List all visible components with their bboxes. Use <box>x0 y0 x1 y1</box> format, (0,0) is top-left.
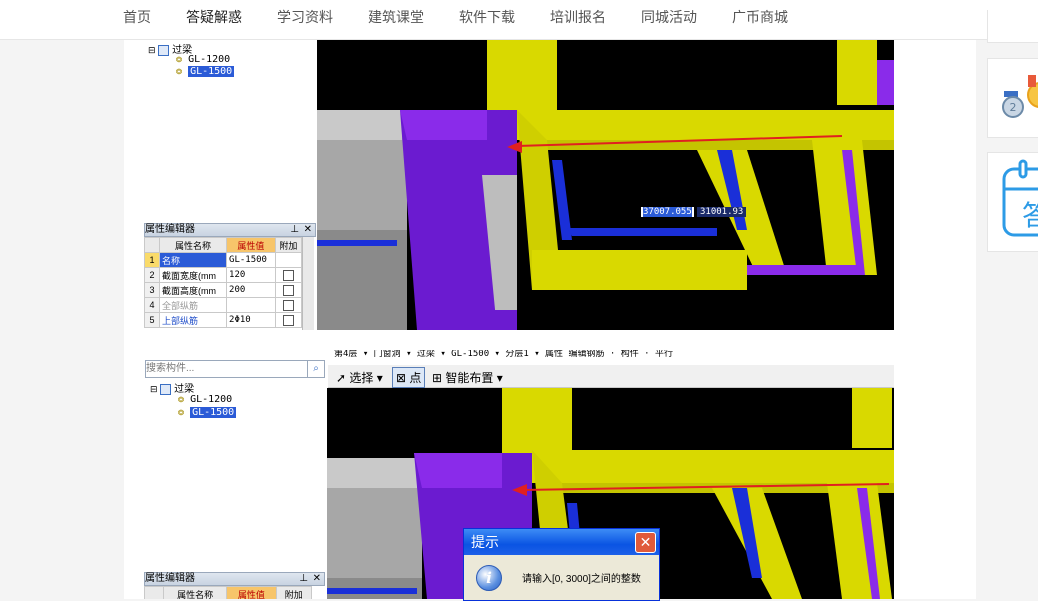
nav-shop[interactable]: 广币商城 <box>732 8 788 26</box>
close-icon[interactable]: ✕ <box>304 224 312 236</box>
medal-icon: 2 <box>1002 75 1038 118</box>
smart-layout-tool[interactable]: ⊞ 智能布置 ▾ <box>432 369 503 386</box>
dialog-title: 提示 <box>471 534 499 550</box>
prompt-dialog: 提示 ✕ i 请输入[0, 3000]之间的整数 <box>463 528 660 601</box>
scrollbar[interactable] <box>302 237 314 330</box>
edit-toolbar: ➚ 选择 ▾ ⊠ 点 ⊞ 智能布置 ▾ <box>328 365 894 388</box>
property-table-2: 属性名称 属性值 附加 <box>144 586 313 599</box>
medal-card[interactable]: 2 <box>987 58 1038 138</box>
nav-events[interactable]: 同城活动 <box>641 8 697 26</box>
table-row[interactable]: 4 全部纵筋 <box>144 297 303 313</box>
grid-icon: ⊞ <box>432 371 443 385</box>
gear-icon: ❂ <box>176 54 183 65</box>
table-row[interactable]: 5 上部纵筋 2Φ10 <box>144 312 303 328</box>
software-screenshot-1: ⊟ 过梁 ❂ GL-1200 ❂ GL-1500 属性编辑器 ⊥ ✕ 属性名称 … <box>144 40 894 330</box>
checkbox[interactable] <box>282 299 294 311</box>
coord-x-input[interactable]: 37007.055 <box>641 207 694 217</box>
pin-icon[interactable]: ⊥ <box>299 573 308 585</box>
svg-text:答: 答 <box>1022 199 1038 232</box>
checkbox[interactable] <box>282 269 294 281</box>
header-prop-name: 属性名称 <box>158 237 228 253</box>
nav-download[interactable]: 软件下载 <box>459 8 515 26</box>
svg-text:2: 2 <box>1010 101 1017 114</box>
close-icon: ✕ <box>639 534 652 550</box>
table-row[interactable]: 3 截面高度(mm 200 <box>144 282 303 298</box>
checkbox[interactable] <box>282 314 294 326</box>
folder-icon <box>160 383 172 395</box>
nav-home[interactable]: 首页 <box>123 8 151 26</box>
header-prop-extra: 附加 <box>275 586 313 599</box>
cursor-icon: ➚ <box>336 371 347 385</box>
nav-training[interactable]: 培训报名 <box>550 8 606 26</box>
property-editor-title-1: 属性编辑器 ⊥ ✕ <box>144 223 316 237</box>
nav-qa[interactable]: 答疑解惑 <box>186 8 242 26</box>
layer-toolbar[interactable]: 第4层 ▾ 门窗洞 ▾ 过梁 ▾ GL-1500 ▾ 分层1 ▾ 属性 编辑钢筋… <box>334 350 894 361</box>
tree-root-2[interactable]: ⊟ 过梁 <box>150 380 194 395</box>
property-editor-title-2: 属性编辑器 ⊥ ✕ <box>144 572 325 586</box>
nav-learning[interactable]: 学习资料 <box>277 8 333 26</box>
header-prop-value: 属性值 <box>226 237 276 253</box>
coord-y-input[interactable]: 31001.93 <box>697 207 747 217</box>
point-icon: ⊠ <box>396 371 407 385</box>
folder-icon <box>158 44 170 56</box>
info-icon: i <box>476 565 502 591</box>
property-table-1: 属性名称 属性值 附加 1 名称 GL-1500 2 截面宽度(mm 120 3… <box>144 237 303 328</box>
pin-icon[interactable]: ⊥ <box>290 224 299 236</box>
calendar-icon: 答 <box>1002 159 1038 237</box>
close-icon[interactable]: ✕ <box>313 573 321 585</box>
table-row[interactable]: 2 截面宽度(mm 120 <box>144 267 303 283</box>
checkbox[interactable] <box>282 284 294 296</box>
table-row[interactable]: 1 名称 GL-1500 <box>144 252 303 268</box>
3d-viewport-1[interactable] <box>317 40 894 330</box>
point-tool[interactable]: ⊠ 点 <box>392 367 426 388</box>
qa-calendar-card[interactable]: 答 <box>987 152 1038 252</box>
component-tree-panel-1: ⊟ 过梁 ❂ GL-1200 ❂ GL-1500 属性编辑器 ⊥ ✕ 属性名称 … <box>144 40 317 330</box>
sidebar-card-top <box>987 10 1038 43</box>
header-prop-extra: 附加 <box>274 237 303 253</box>
header-prop-name: 属性名称 <box>162 586 228 599</box>
tree-item-gl1500-2[interactable]: ❂ GL-1500 <box>178 407 237 418</box>
select-tool[interactable]: ➚ 选择 ▾ <box>336 369 383 386</box>
gear-icon: ❂ <box>178 407 185 418</box>
top-nav: 首页 答疑解惑 学习资料 建筑课堂 软件下载 培训报名 同城活动 广币商城 <box>0 0 1038 40</box>
gear-icon: ❂ <box>178 394 185 405</box>
search-input[interactable]: 搜索构件... ⌕ <box>145 360 325 378</box>
header-prop-value: 属性值 <box>226 586 277 599</box>
tree-item-gl1500-1[interactable]: ❂ GL-1500 <box>176 66 235 77</box>
gear-icon: ❂ <box>176 66 183 77</box>
dialog-close-button[interactable]: ✕ <box>635 532 656 553</box>
nav-classroom[interactable]: 建筑课堂 <box>368 8 424 26</box>
component-tree-panel-2: 搜索构件... ⌕ ⊟ 过梁 ❂ GL-1200 ❂ GL-1500 属性编辑器… <box>144 358 326 599</box>
dialog-message: 请输入[0, 3000]之间的整数 <box>522 574 641 585</box>
search-icon[interactable]: ⌕ <box>307 361 324 377</box>
dialog-titlebar[interactable]: 提示 ✕ <box>464 529 659 555</box>
tree-item-gl1200-1[interactable]: ❂ GL-1200 <box>176 54 230 65</box>
tree-item-gl1200-2[interactable]: ❂ GL-1200 <box>178 394 232 405</box>
